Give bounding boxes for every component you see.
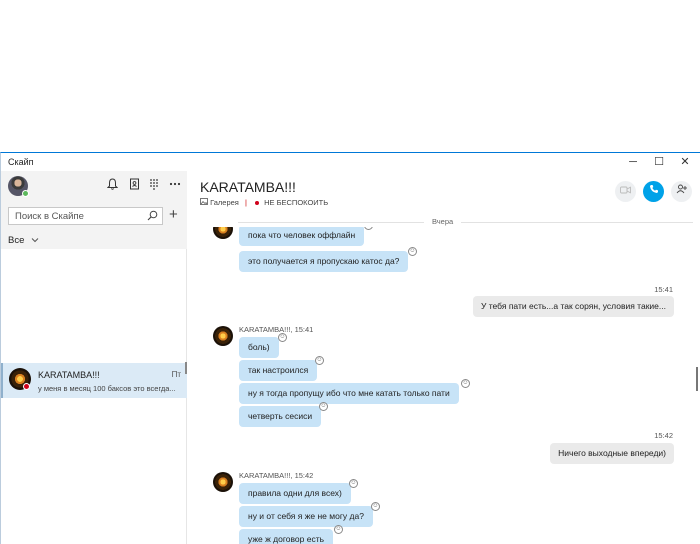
smiley-reaction-icon[interactable]: ☺ [334, 525, 343, 534]
sidebar-scrollbar[interactable] [185, 362, 187, 374]
dialpad-icon[interactable] [147, 178, 161, 192]
sender-meta: KARATAMBA!!!, 15:42 [239, 471, 314, 480]
smiley-reaction-icon[interactable]: ☺ [461, 379, 470, 388]
smiley-reaction-icon[interactable]: ☺ [371, 502, 380, 511]
smiley-reaction-icon[interactable]: ☺ [408, 247, 417, 256]
sidebar-header: + Все [1, 171, 187, 249]
search-input[interactable] [15, 210, 145, 223]
video-call-button[interactable] [615, 181, 636, 202]
chat-title[interactable]: KARATAMBA!!! [200, 179, 296, 195]
close-button[interactable]: ✕ [673, 155, 697, 169]
message-bubble-in[interactable]: ну и от себя я же не могу да? [239, 506, 373, 527]
message-preview: у меня в месяц 100 баксов это всегда... [38, 384, 176, 393]
contacts-book-icon[interactable] [127, 178, 141, 192]
filter-label: Все [8, 235, 25, 246]
dnd-status-icon [255, 200, 259, 205]
do-not-disturb-icon [23, 383, 30, 390]
conversation-time: Пт [171, 370, 181, 379]
message-time: 15:42 [654, 431, 673, 440]
smiley-reaction-icon[interactable]: ☺ [278, 333, 287, 342]
sidebar: + Все KARATAMBA!!! Пт у меня в месяц 100… [1, 171, 187, 544]
chat-scrollbar[interactable] [696, 367, 698, 391]
message-bubble-in[interactable]: это получается я пропускаю катос да? [239, 251, 409, 272]
smiley-reaction-icon[interactable]: ☺ [349, 479, 358, 488]
sender-avatar [213, 326, 233, 346]
app-title: Скайп [8, 157, 34, 167]
message-bubble-in[interactable]: правила одни для всех) [239, 483, 351, 504]
new-chat-button[interactable]: + [169, 206, 178, 223]
sender-meta: KARATAMBA!!!, 15:41 [239, 325, 314, 334]
message-bubble-in[interactable]: боль) [239, 337, 279, 358]
more-icon[interactable] [168, 178, 182, 192]
maximize-button[interactable]: ☐ [647, 155, 671, 169]
filter-dropdown[interactable]: Все [8, 235, 39, 246]
chevron-down-icon [31, 238, 39, 245]
title-bar: Скайп ─ ☐ ✕ [1, 153, 700, 171]
day-separator-line [238, 222, 693, 223]
sender-avatar [213, 472, 233, 492]
message-time: 15:41 [654, 285, 673, 294]
chat-pane: KARATAMBA!!! Галерея | НЕ БЕСПОКОИТЬ Вче… [188, 171, 700, 544]
smiley-reaction-icon[interactable]: ☺ [364, 227, 373, 230]
chat-header: KARATAMBA!!! Галерея | НЕ БЕСПОКОИТЬ [188, 171, 700, 215]
contact-name: KARATAMBA!!! [38, 370, 100, 380]
bell-icon[interactable] [105, 178, 119, 192]
message-list: пока что человек оффлайн ☺ это получаетс… [188, 227, 700, 544]
message-bubble-out[interactable]: Ничего выходные впереди) [550, 443, 674, 464]
divider: | [244, 198, 247, 207]
message-bubble-in[interactable]: так настроился [239, 360, 318, 381]
presence-status: НЕ БЕСПОКОИТЬ [264, 198, 329, 207]
conversation-item[interactable]: KARATAMBA!!! Пт у меня в месяц 100 баксо… [1, 363, 187, 398]
chat-subtitle: Галерея | НЕ БЕСПОКОИТЬ [200, 198, 328, 207]
search-icon[interactable] [147, 210, 158, 224]
search-field[interactable] [8, 207, 163, 225]
add-people-button[interactable] [671, 181, 692, 202]
message-bubble-in[interactable]: ну я тогда пропущу ибо что мне катать то… [239, 383, 459, 404]
smiley-reaction-icon[interactable]: ☺ [319, 402, 328, 411]
message-bubble-out[interactable]: У тебя пати есть...а так сорян, условия … [472, 296, 674, 317]
day-separator-label: Вчера [424, 217, 462, 226]
skype-window: Скайп ─ ☐ ✕ Поиск в Скайпе + Все KARATAM… [0, 152, 700, 544]
message-bubble-in[interactable]: пока что человек оффлайн [239, 227, 365, 246]
audio-call-button[interactable] [643, 181, 664, 202]
minimize-button[interactable]: ─ [621, 155, 645, 169]
gallery-icon[interactable] [200, 198, 210, 207]
message-bubble-in[interactable]: уже ж договор есть [239, 529, 334, 544]
gallery-link[interactable]: Галерея [210, 198, 239, 207]
online-status-icon [22, 190, 29, 197]
message-bubble-in[interactable]: четверть сесиси [239, 406, 322, 427]
smiley-reaction-icon[interactable]: ☺ [315, 356, 324, 365]
sender-avatar [213, 227, 233, 239]
